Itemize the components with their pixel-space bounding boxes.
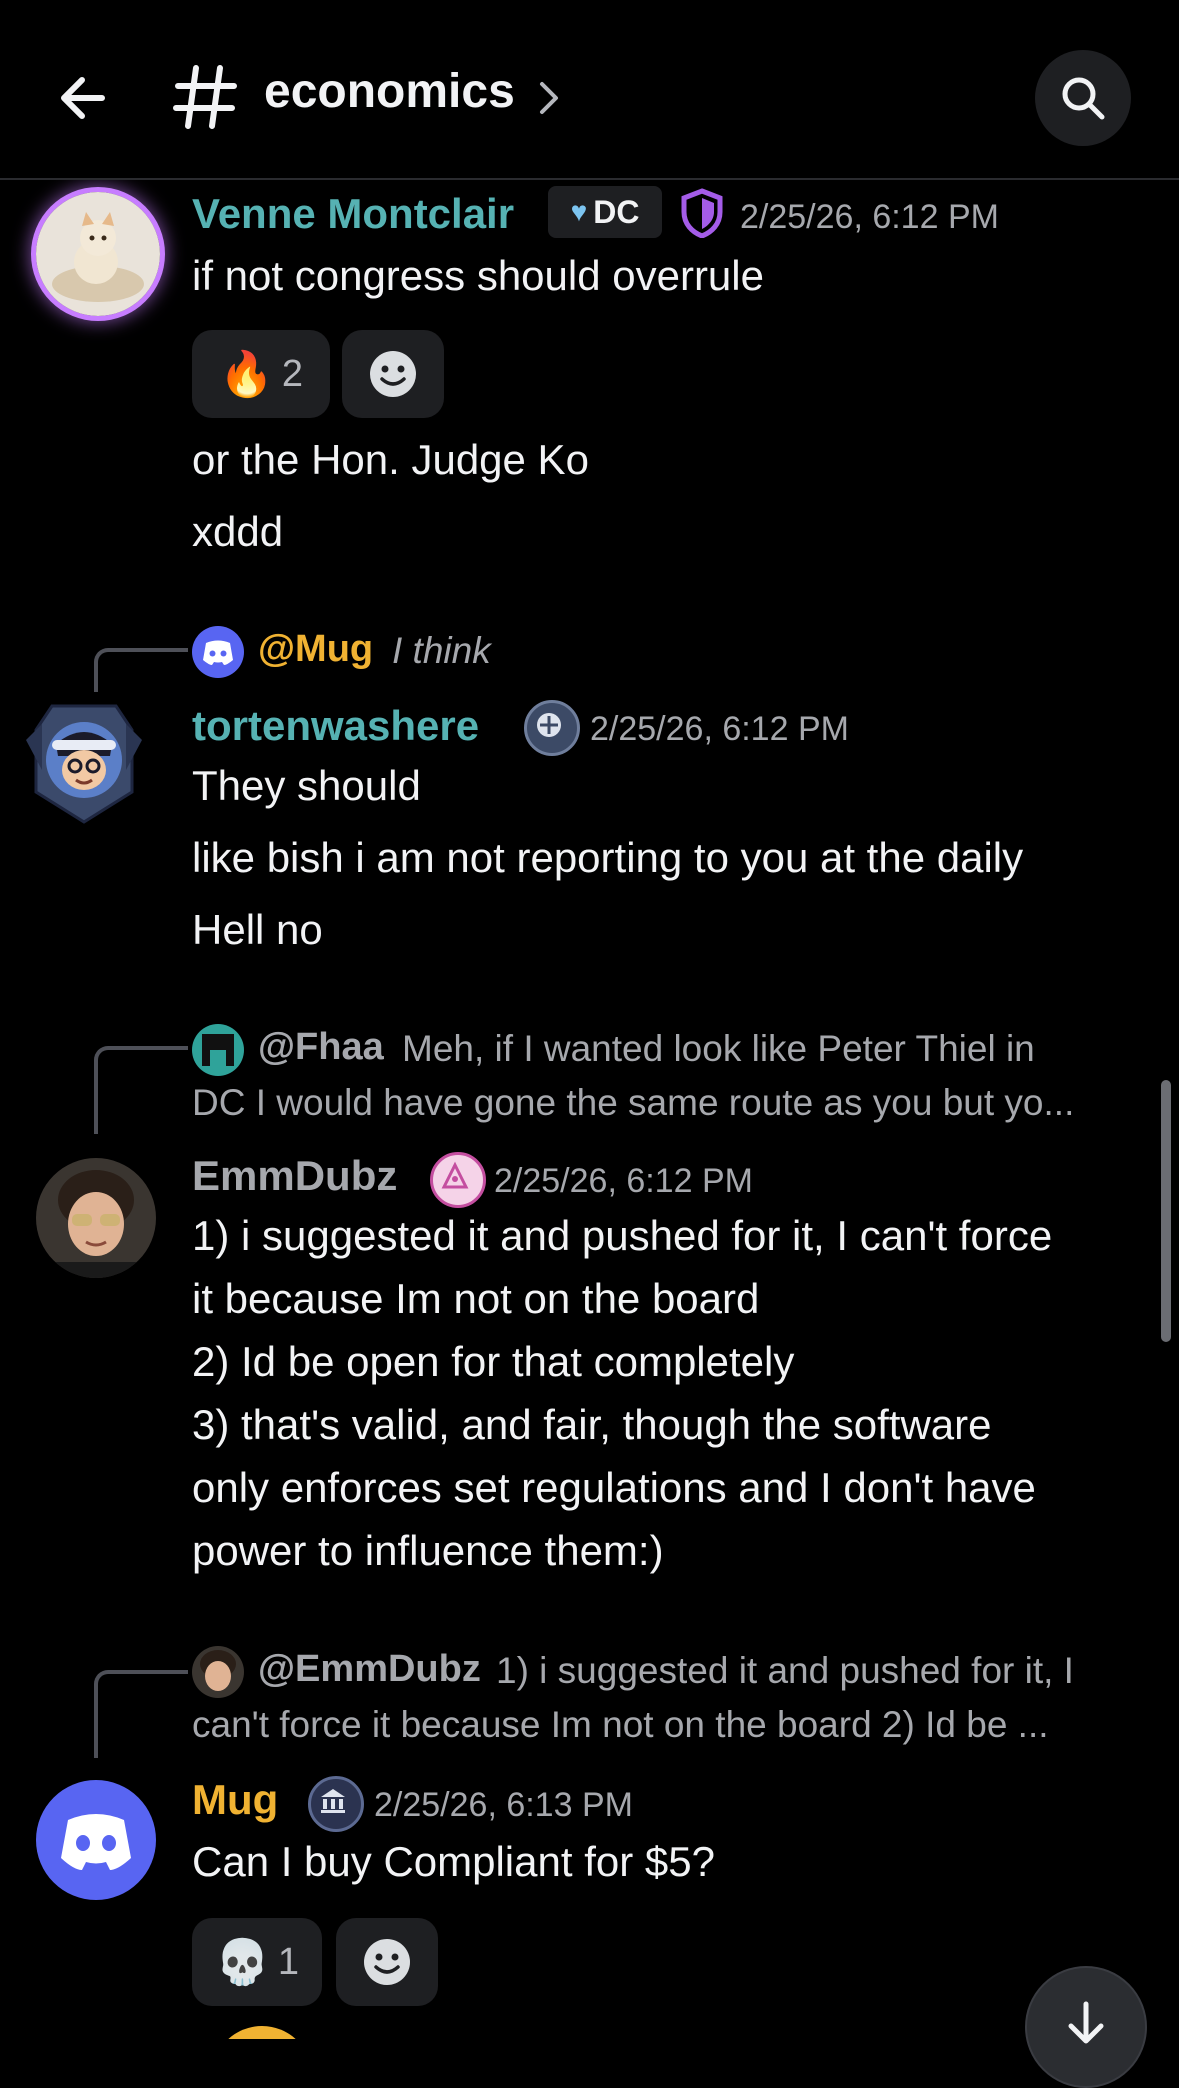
server-badge-icon [524,700,580,756]
message-text: power to influence them:) [192,1527,664,1574]
reply-mention[interactable]: @EmmDubz [258,1648,481,1691]
add-reaction-button[interactable] [336,1918,438,2006]
message-text: it because Im not on the board [192,1275,760,1322]
add-reaction-icon [364,1939,410,1985]
reply-preview[interactable]: 1) i suggested it and pushed for it, I [496,1650,1074,1692]
message-text: Hell no [192,906,323,953]
reaction-fire[interactable]: 🔥 2 [192,330,330,418]
reply-avatar [192,1024,244,1076]
reply-connector [94,1046,188,1134]
arrow-left-icon [61,77,105,119]
reply-preview[interactable]: DC I would have gone the same route as y… [192,1082,1074,1124]
reply-preview[interactable]: I think [392,630,491,672]
message-text: xddd [192,508,284,555]
scrollbar[interactable] [1161,1080,1171,1342]
message-text: only enforces set regulations and I don'… [192,1464,1036,1511]
reply-connector [94,648,188,692]
bank-icon [308,1776,364,1832]
reply-connector [94,1670,188,1758]
reaction-skull[interactable]: 💀 1 [192,1918,322,2006]
channel-name[interactable]: economics [264,64,515,119]
hash-icon [170,62,240,132]
message-text: 2) Id be open for that completely [192,1338,795,1385]
message-text: 3) that's valid, and fair, though the so… [192,1401,992,1448]
server-badge-icon [430,1152,486,1208]
message-list[interactable]: Venne Montclair ♥ DC 2/25/26, 6:12 PM if… [0,180,1179,2039]
jump-to-present-button[interactable] [1025,1966,1147,2088]
message-text: or the Hon. Judge Ko [192,436,589,483]
skull-emoji: 💀 [215,1938,270,1987]
reply-preview[interactable]: Meh, if I wanted look like Peter Thiel i… [402,1028,1035,1070]
message-text: if not congress should overrule [192,252,764,299]
message-text: They should [192,762,421,809]
avatar[interactable] [212,2026,312,2039]
message-timestamp: 2/25/26, 6:12 PM [740,198,999,236]
arrow-down-icon [1068,2001,1104,2044]
reply-avatar [192,1646,244,1698]
avatar[interactable] [36,1158,156,1278]
add-reaction-icon [370,351,416,397]
message-timestamp: 2/25/26, 6:13 PM [374,1786,633,1824]
reply-mention[interactable]: @Fhaa [258,1026,384,1069]
search-button[interactable] [1035,50,1131,146]
reply-mention[interactable]: @Mug [258,628,373,671]
message-timestamp: 2/25/26, 6:12 PM [590,710,849,748]
message-author[interactable]: Mug [192,1776,278,1824]
heart-icon: ♥ [570,196,588,227]
message-timestamp: 2/25/26, 6:12 PM [494,1162,753,1200]
channel-header: economics [0,0,1179,180]
message-text: like bish i am not reporting to you at t… [192,834,1024,881]
message-text: Can I buy Compliant for $5? [192,1838,715,1885]
message-author[interactable]: EmmDubz [192,1152,397,1200]
message-text: 1) i suggested it and pushed for it, I c… [192,1212,1053,1259]
reply-preview[interactable]: can't force it because Im not on the boa… [192,1704,1049,1746]
avatar[interactable] [36,1780,156,1900]
back-button[interactable] [52,66,116,130]
message-author[interactable]: tortenwashere [192,702,479,750]
chevron-right-icon[interactable] [536,80,562,116]
shield-icon [680,188,724,243]
search-icon [1062,77,1105,120]
add-reaction-button[interactable] [342,330,444,418]
role-tag: ♥ DC [548,186,662,238]
message-author[interactable]: Venne Montclair [192,190,514,238]
avatar[interactable] [36,192,160,316]
discord-icon [192,626,244,678]
fire-emoji: 🔥 [219,350,274,399]
avatar[interactable] [22,700,146,824]
